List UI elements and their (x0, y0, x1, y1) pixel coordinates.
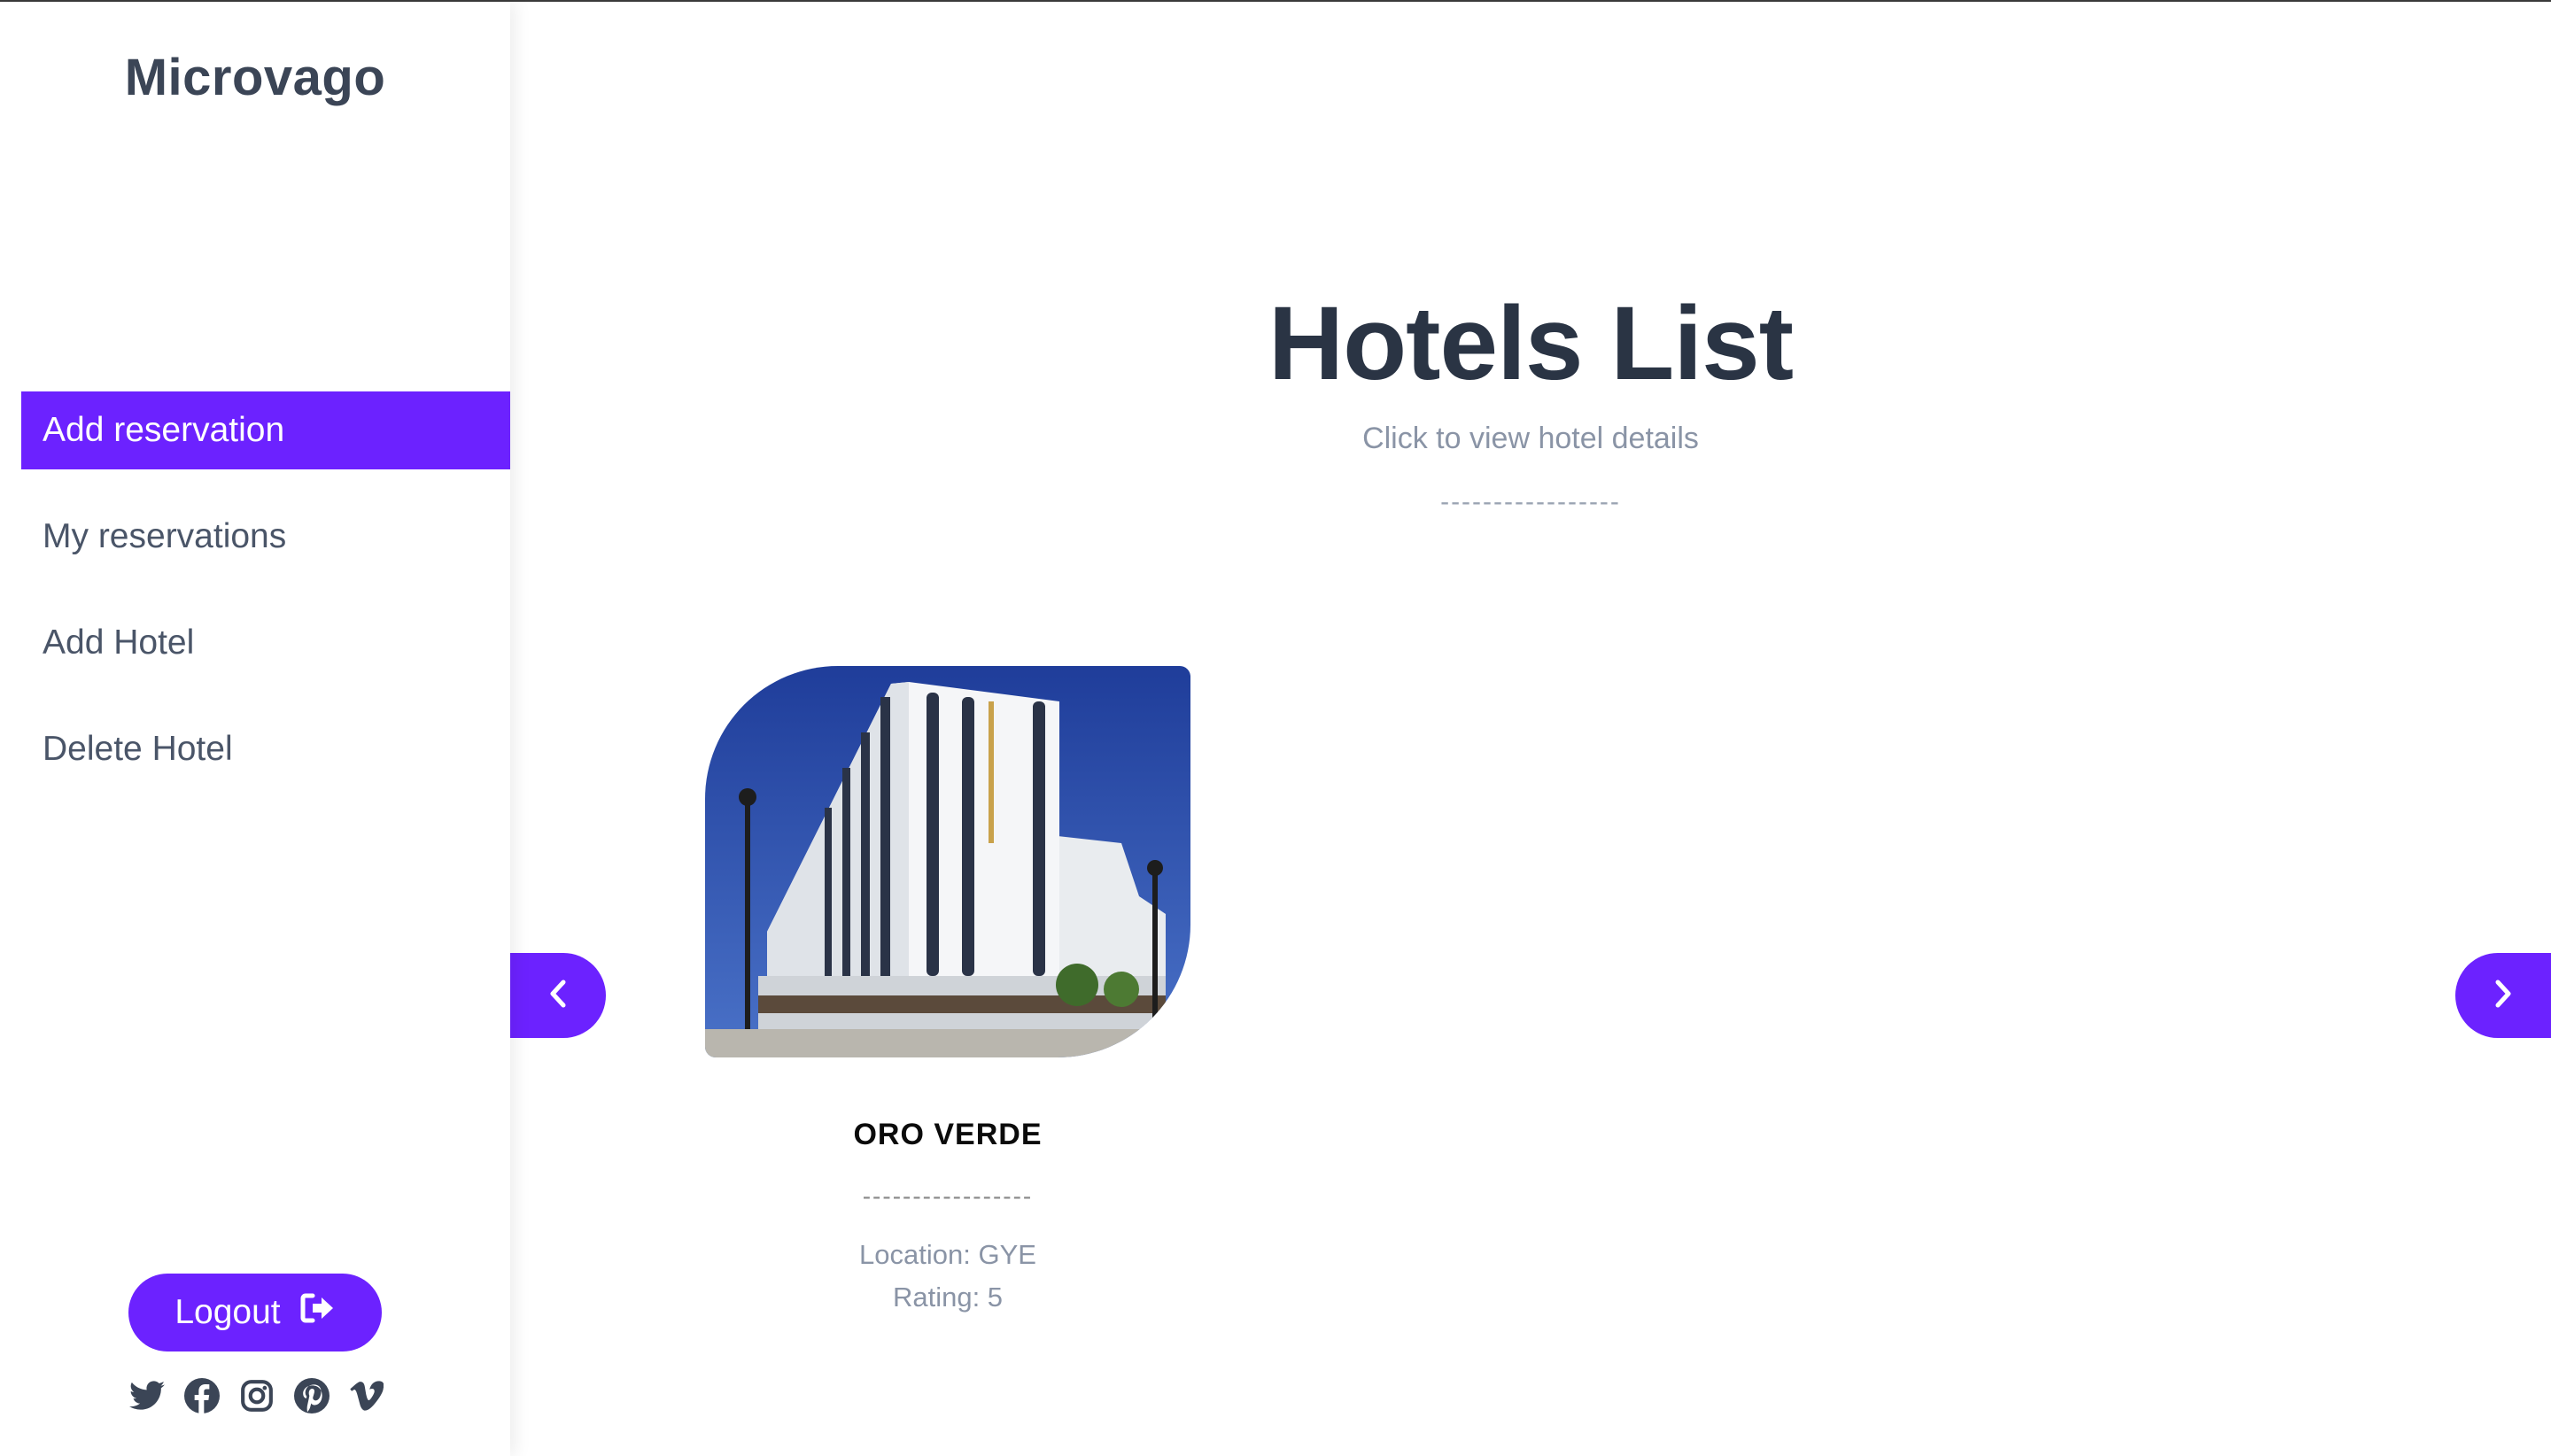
brand-logo[interactable]: Microvago (0, 48, 510, 107)
hotel-location: Location: GYE (859, 1239, 1036, 1270)
hotel-divider: ----------------- (862, 1182, 1034, 1210)
hotel-card[interactable]: ORO VERDE ----------------- Location: GY… (705, 666, 1190, 1319)
pinterest-icon[interactable] (293, 1377, 330, 1414)
sidebar-item-add-hotel[interactable]: Add Hotel (21, 604, 510, 682)
page-title: Hotels List (1268, 285, 1794, 402)
social-links (128, 1376, 385, 1415)
hotel-rating: Rating: 5 (892, 1282, 1004, 1313)
vimeo-icon[interactable] (348, 1377, 385, 1414)
sidebar-nav: Add reservation My reservations Add Hote… (21, 391, 510, 817)
sidebar-item-add-reservation[interactable]: Add reservation (21, 391, 510, 469)
sidebar: Microvago Add reservation My reservation… (0, 2, 510, 1456)
sidebar-item-my-reservations[interactable]: My reservations (21, 498, 510, 576)
page-subtitle: Click to view hotel details (1362, 422, 1699, 455)
hotel-meta: Location: GYE Rating: 5 (705, 1234, 1190, 1319)
logout-button[interactable]: Logout (128, 1274, 382, 1351)
logout-label: Logout (174, 1293, 281, 1331)
sign-out-icon (300, 1292, 336, 1333)
twitter-icon[interactable] (128, 1377, 166, 1414)
hotel-image[interactable] (705, 666, 1190, 1057)
chevron-right-icon (2492, 978, 2515, 1014)
title-divider: ----------------- (1440, 487, 1621, 516)
instagram-icon[interactable] (238, 1377, 275, 1414)
sidebar-item-delete-hotel[interactable]: Delete Hotel (21, 710, 510, 788)
facebook-icon[interactable] (183, 1377, 221, 1414)
chevron-left-icon (547, 978, 570, 1014)
carousel-next-button[interactable] (2455, 953, 2551, 1038)
carousel-prev-button[interactable] (510, 953, 606, 1038)
hotel-name: ORO VERDE (853, 1118, 1043, 1151)
